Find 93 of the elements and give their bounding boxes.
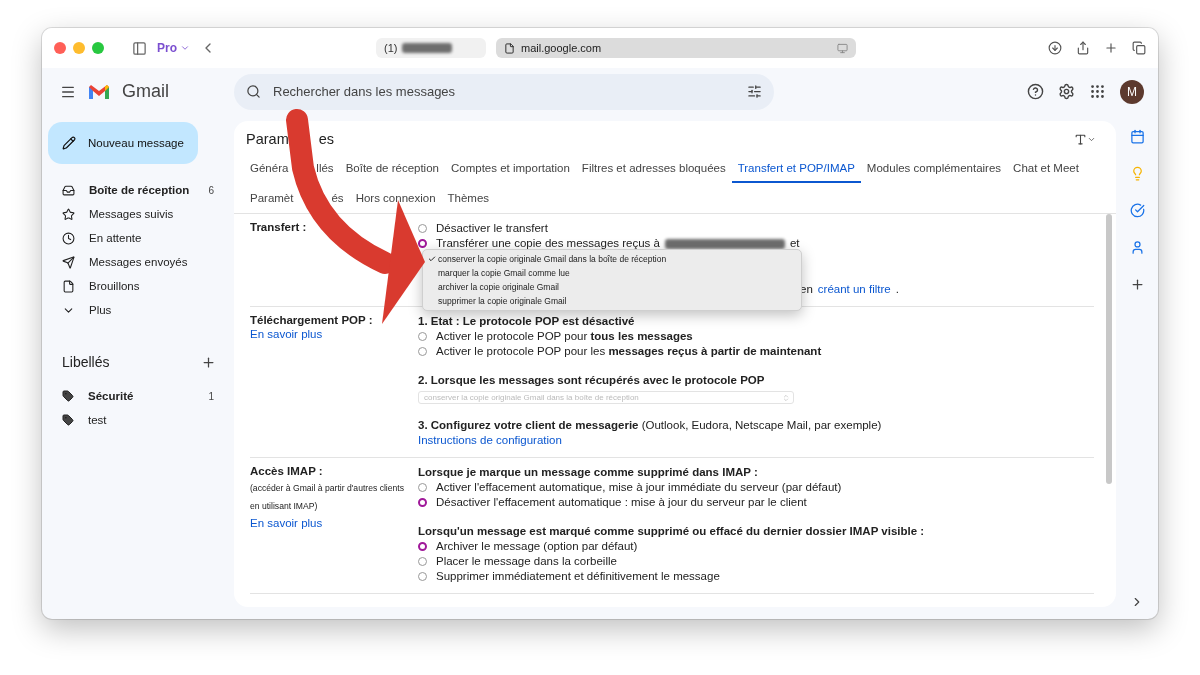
sidebar-item[interactable]: Messages envoyés: [42, 250, 234, 274]
learn-more-link[interactable]: En savoir plus: [250, 517, 418, 529]
settings-tab[interactable]: Boîte de réception: [339, 153, 445, 183]
profile-button[interactable]: Pro: [157, 41, 190, 55]
learn-more-link[interactable]: En savoir plus: [250, 328, 418, 340]
option-text: Supprimer immédiatement et définitivement le message: [436, 569, 720, 584]
create-filter-link[interactable]: créant un filtre: [817, 282, 891, 297]
add-icon[interactable]: [201, 354, 216, 370]
option-text: Placer le message dans la corbeille: [436, 554, 617, 569]
section-heading: Lorsque je marque un message comme supprimé dans IMAP :: [418, 465, 758, 480]
section-heading: Lorsqu'un message est marqué comme supprimé ou effacé du dernier dossier IMAP visible :: [418, 524, 925, 539]
sliders-icon[interactable]: [747, 84, 762, 99]
search-icon: [246, 84, 261, 99]
sidebar-item[interactable]: Plus: [42, 298, 234, 322]
contacts-icon[interactable]: [1129, 240, 1145, 255]
label-icon: [62, 414, 74, 426]
option-text: Activer le protocole POP pour tous les messages: [436, 329, 693, 344]
option-text: et: [789, 236, 800, 251]
clock-icon: [62, 231, 75, 245]
menu-item[interactable]: archiver la copie originale Gmail: [423, 280, 801, 294]
calendar-icon[interactable]: [1129, 129, 1145, 144]
section-label: Transfert :: [250, 221, 308, 233]
settings-tab[interactable]: Filtres et adresses bloquées: [575, 153, 732, 183]
radio-button[interactable]: [418, 332, 427, 341]
radio-button[interactable]: [418, 347, 427, 356]
apps-icon[interactable]: [1089, 83, 1106, 100]
tasks-icon[interactable]: [1129, 203, 1145, 218]
label-item[interactable]: test: [42, 408, 234, 432]
settings-icon[interactable]: [1058, 83, 1075, 100]
section-label: Téléchargement POP :: [250, 314, 374, 326]
settings-tab[interactable]: Hors connexion: [349, 183, 442, 213]
search-field[interactable]: Rechercher dans les messages: [234, 73, 774, 110]
section-label: Accès IMAP :: [250, 465, 324, 477]
help-icon[interactable]: [1027, 83, 1044, 100]
option-text: Désactiver l'effacement automatique : mise à jour du serveur par le client: [436, 495, 807, 510]
input-tools-icon[interactable]: [1074, 132, 1096, 146]
file-icon: [62, 279, 75, 293]
star-icon: [62, 207, 75, 221]
sidebar-icon[interactable]: [132, 40, 147, 56]
radio-button[interactable]: [418, 483, 427, 492]
label-icon: [62, 390, 74, 402]
menu-item[interactable]: supprimer la copie originale Gmail: [423, 294, 801, 308]
option-text: Activer l'effacement automatique, mise à jour immédiate du serveur (par défaut): [436, 480, 842, 495]
settings-tab[interactable]: Généra llés: [244, 153, 340, 183]
menu-item[interactable]: conserver la copie originale Gmail dans la boîte de réception: [423, 252, 801, 266]
inbox-icon: [62, 183, 75, 197]
mail-logo-icon: [88, 83, 110, 100]
settings-tab[interactable]: Transfert et POP/IMAP: [731, 153, 861, 183]
hint-text: .: [895, 282, 899, 297]
option-text: Transférer une copie des messages reçus à: [436, 236, 660, 251]
settings-tab[interactable]: Modules complémentaires: [860, 153, 1008, 183]
new-tab-icon[interactable]: [1104, 41, 1118, 55]
settings-title: Param es: [246, 131, 335, 147]
close-icon[interactable]: [54, 42, 66, 54]
search-input[interactable]: Rechercher dans les messages: [271, 83, 737, 100]
sidebar-item[interactable]: Boîte de réception 6: [42, 178, 234, 202]
browser-tab[interactable]: (1): [376, 38, 486, 58]
settings-tab[interactable]: Chat et Meet: [1007, 153, 1085, 183]
option-text: Archiver le message (option par défaut): [436, 539, 638, 554]
download-icon[interactable]: [1048, 41, 1062, 55]
pencil-icon: [62, 136, 76, 150]
sidebar-item[interactable]: Brouillons: [42, 274, 234, 298]
section-note: (accéder à Gmail à partir d'autres clients en utilisant IMAP): [250, 482, 405, 513]
settings-tab[interactable]: Paramèt és: [244, 183, 350, 213]
section-heading: 2. Lorsque les messages sont récupérés avec le protocole POP: [418, 373, 765, 388]
labels-heading: Libellés: [62, 354, 110, 370]
radio-button[interactable]: [418, 224, 427, 233]
settings-tab[interactable]: Thèmes: [441, 183, 496, 213]
scrollbar-thumb[interactable]: [1106, 214, 1112, 484]
option-text: Activer le protocole POP pour les messages reçus à partir de maintenant: [436, 344, 822, 359]
tabs-icon[interactable]: [1132, 41, 1146, 55]
share-icon[interactable]: [1076, 41, 1090, 55]
label-item[interactable]: Sécurité 1: [42, 384, 234, 408]
address-bar[interactable]: mail.google.com: [496, 38, 856, 58]
send-icon: [62, 255, 75, 269]
radio-button[interactable]: [418, 498, 427, 507]
section-heading: 1. Etat : Le protocole POP est désactivé: [418, 314, 635, 329]
radio-button[interactable]: [418, 572, 427, 581]
chevron-down-icon: [180, 43, 190, 53]
add-icon[interactable]: [1129, 277, 1145, 292]
compose-button[interactable]: Nouveau message: [48, 122, 198, 164]
instructions-text: 3. Configurez votre client de messagerie (Outlook, Eudora, Netscape Mail, par exemple): [418, 418, 882, 433]
avatar[interactable]: M: [1120, 79, 1144, 104]
settings-tab[interactable]: Comptes et importation: [444, 153, 576, 183]
config-link[interactable]: Instructions de configuration: [418, 433, 562, 448]
menu-item[interactable]: marquer la copie Gmail comme lue: [423, 266, 801, 280]
radio-button[interactable]: [418, 542, 427, 551]
sidebar-item[interactable]: Messages suivis: [42, 202, 234, 226]
option-text: Désactiver le transfert: [436, 221, 548, 236]
radio-button[interactable]: [418, 557, 427, 566]
app-name: Gmail: [122, 81, 169, 102]
updown-chevron-icon: [782, 393, 790, 402]
sidebar-item[interactable]: En attente: [42, 226, 234, 250]
